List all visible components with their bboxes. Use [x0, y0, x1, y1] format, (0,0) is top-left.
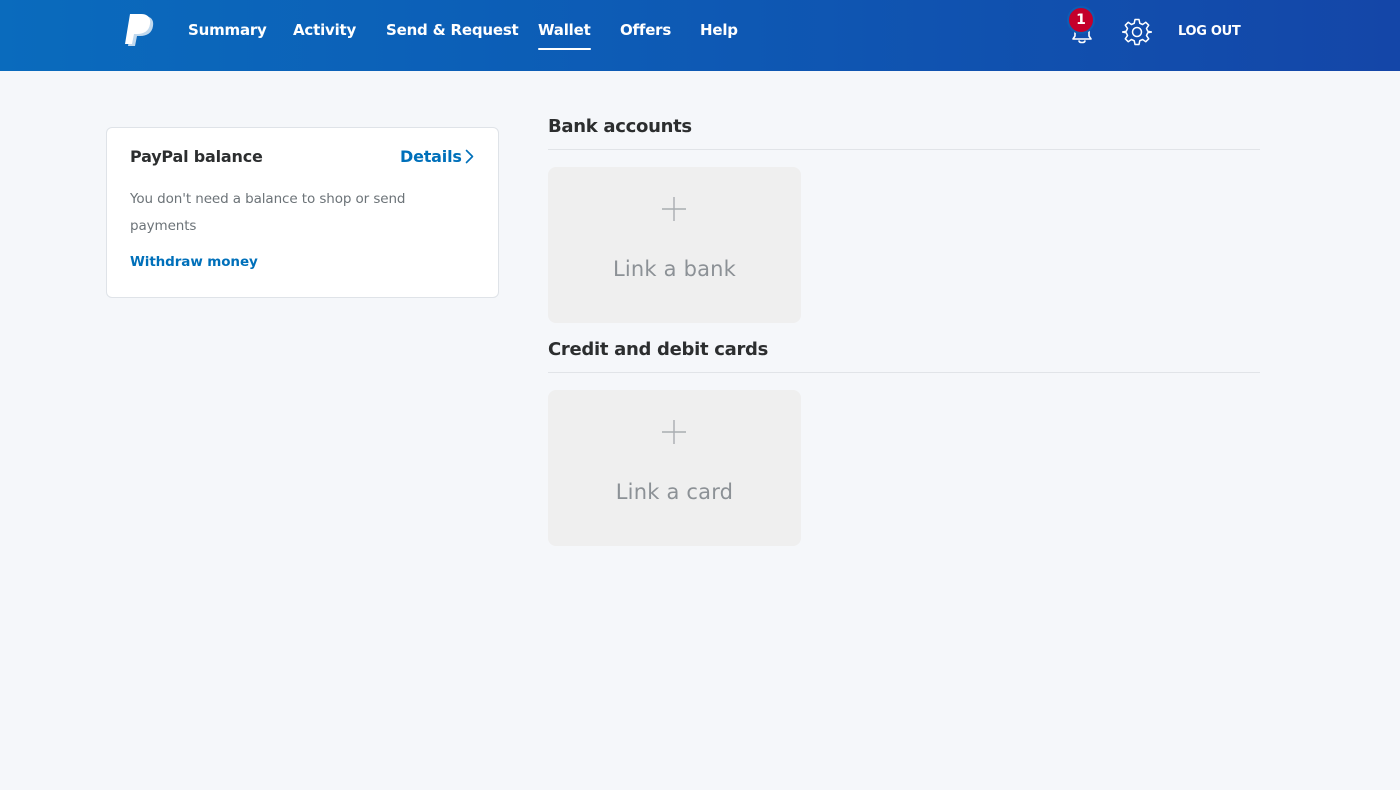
link-bank-label: Link a bank — [612, 257, 737, 281]
withdraw-money-link[interactable]: Withdraw money — [130, 254, 258, 270]
nav-wallet[interactable]: Wallet — [538, 21, 591, 50]
top-navigation-bar: Summary Activity Send & Request Wallet O… — [0, 0, 1400, 71]
balance-description: You don't need a balance to shop or send… — [130, 191, 406, 234]
nav-send-request[interactable]: Send & Request — [386, 21, 519, 39]
cards-heading: Credit and debit cards — [548, 339, 769, 360]
section-divider — [548, 149, 1260, 150]
plus-icon — [662, 420, 686, 444]
paypal-balance-card: PayPal balance Details You don't need a … — [106, 127, 499, 298]
bank-accounts-heading: Bank accounts — [548, 116, 692, 137]
details-link[interactable]: Details — [400, 147, 474, 166]
nav-summary[interactable]: Summary — [188, 21, 267, 39]
link-bank-button[interactable]: Link a bank — [548, 167, 801, 323]
plus-icon — [662, 197, 686, 221]
link-card-label: Link a card — [615, 480, 734, 504]
nav-offers[interactable]: Offers — [620, 21, 671, 39]
gear-icon[interactable] — [1122, 17, 1152, 47]
nav-activity[interactable]: Activity — [293, 21, 356, 39]
details-label: Details — [400, 147, 462, 166]
link-card-button[interactable]: Link a card — [548, 390, 801, 546]
logout-button[interactable]: LOG OUT — [1178, 24, 1241, 39]
nav-help[interactable]: Help — [700, 21, 738, 39]
balance-title: PayPal balance — [130, 147, 263, 166]
notification-badge: 1 — [1067, 6, 1095, 34]
section-divider — [548, 372, 1260, 373]
chevron-right-icon — [465, 149, 473, 164]
paypal-logo[interactable] — [124, 14, 156, 48]
